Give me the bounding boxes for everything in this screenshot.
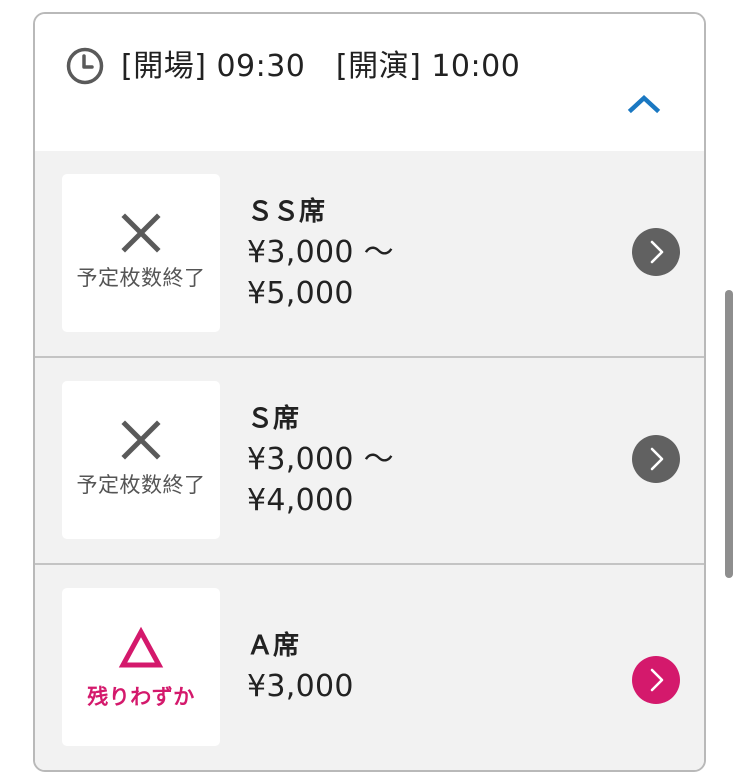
status-label: 予定枚数終了 [76, 266, 206, 290]
status-box: 残りわずか [62, 588, 220, 746]
scrollbar[interactable] [725, 290, 733, 578]
seat-detail-button[interactable] [632, 435, 680, 483]
seat-name: Ｓ席 [247, 404, 300, 434]
clock-icon [66, 47, 104, 85]
status-box: 予定枚数終了 [62, 174, 220, 332]
schedule-time: [開場] 09:30 [開演] 10:00 [121, 49, 521, 84]
performance-card: [開場] 09:30 [開演] 10:00 予定枚数終了 ＳＳ席 ¥3,000 … [33, 12, 706, 772]
seat-row-a[interactable]: 残りわずか Ａ席 ¥3,000 [35, 565, 704, 770]
seat-row-s[interactable]: 予定枚数終了 Ｓ席 ¥3,000 〜 ¥4,000 [35, 358, 704, 565]
chevron-right-icon [650, 447, 664, 471]
price: ¥3,000 [247, 669, 354, 704]
chevron-right-icon [650, 668, 664, 692]
chevron-up-icon[interactable] [625, 88, 663, 118]
status-label: 残りわずか [87, 685, 195, 709]
price-range-end: ¥4,000 [247, 483, 354, 518]
performance-header: [開場] 09:30 [開演] 10:00 [35, 14, 704, 151]
price-range-start: ¥3,000 〜 [247, 235, 394, 270]
cross-icon [121, 213, 161, 253]
triangle-icon [118, 626, 164, 668]
status-box: 予定枚数終了 [62, 381, 220, 539]
seat-detail-button[interactable] [632, 656, 680, 704]
status-label: 予定枚数終了 [76, 473, 206, 497]
price-range-start: ¥3,000 〜 [247, 442, 394, 477]
seat-detail-button[interactable] [632, 228, 680, 276]
price-range-end: ¥5,000 [247, 276, 354, 311]
seat-name: ＳＳ席 [247, 197, 326, 227]
chevron-right-icon [650, 240, 664, 264]
cross-icon [121, 420, 161, 460]
seat-name: Ａ席 [247, 631, 300, 661]
seat-row-ss[interactable]: 予定枚数終了 ＳＳ席 ¥3,000 〜 ¥5,000 [35, 151, 704, 358]
